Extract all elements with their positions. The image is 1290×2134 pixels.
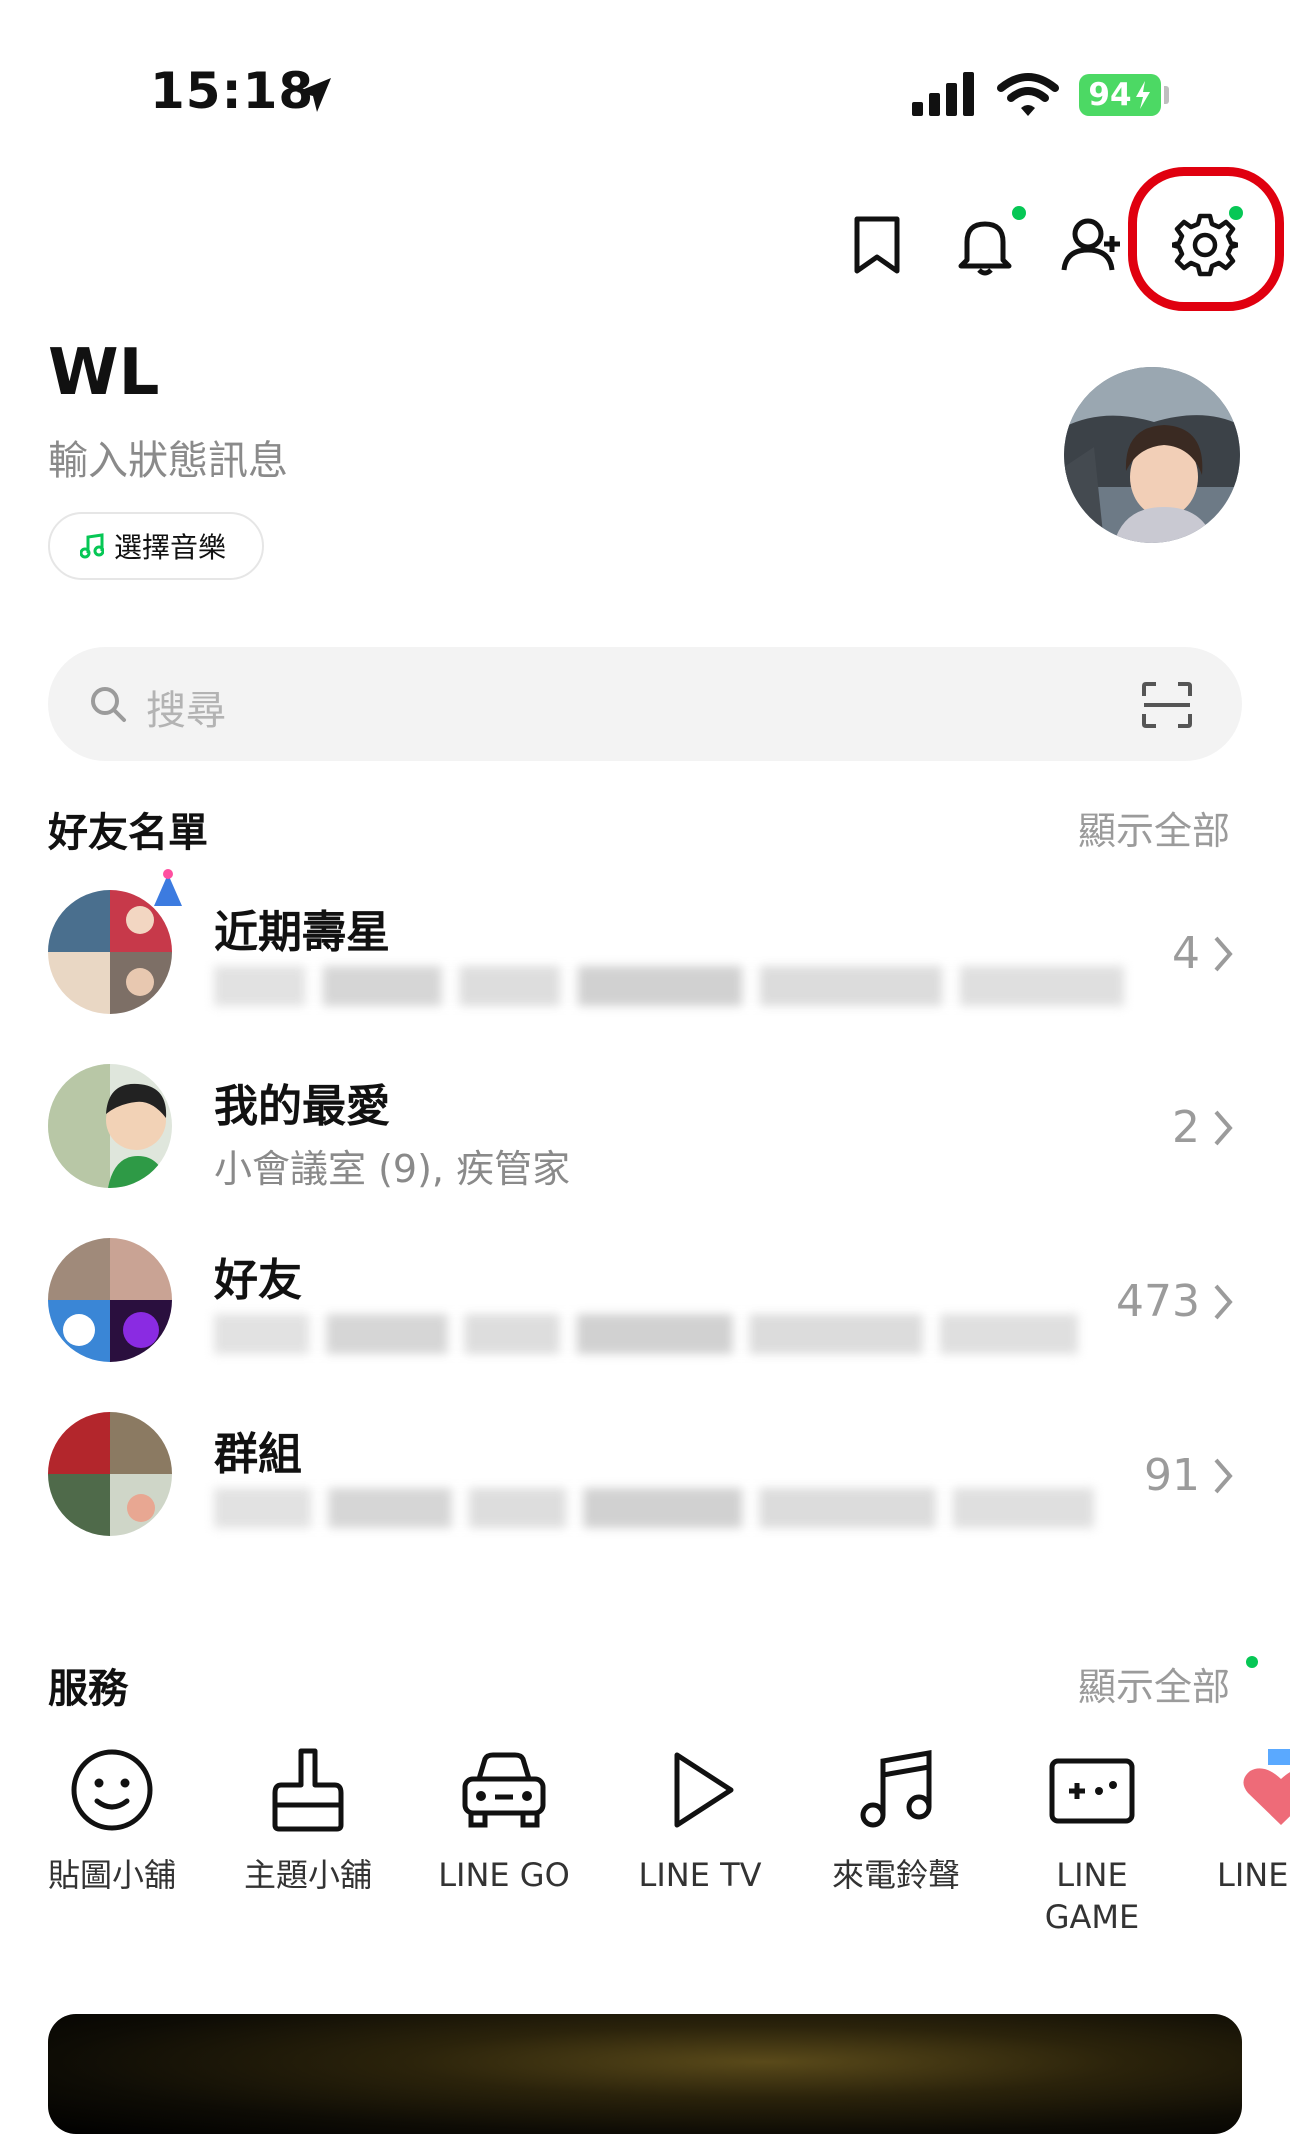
service-label: LINE GAME [1044,1856,1140,1936]
favorites-avatar [48,1064,172,1188]
profile-avatar[interactable] [1064,367,1240,543]
profile-name: WL [48,336,160,410]
list-item-count: 473 [1116,1276,1200,1327]
status-time: 15:18 [150,62,315,120]
service-line-tv[interactable]: LINE TV [615,1740,785,1896]
list-item-title: 我的最愛 [214,1081,390,1132]
search-icon [91,687,126,722]
battery-indicator: 94 [1079,74,1161,116]
select-music-label: 選擇音樂 [114,531,227,564]
service-label: 主題小舖 [243,1856,372,1894]
chevron-right-icon [1214,1458,1233,1494]
list-item-count: 2 [1172,1102,1200,1153]
location-arrow-icon [297,78,331,112]
services-section-title: 服務 [48,1666,128,1712]
services-badge [1246,1656,1258,1668]
heart-icon [1243,1749,1290,1825]
gamepad-icon [1049,1758,1135,1824]
music-note-icon [860,1750,932,1828]
list-item-subtitle: 小會議室 (9), 疾管家 [214,1147,571,1191]
select-music-button[interactable]: 選擇音樂 [48,512,264,580]
friends-avatar [48,1238,172,1362]
add-friend-button[interactable] [1048,200,1138,290]
paint-brush-icon [272,1748,344,1832]
signal-bars-icon [912,72,974,116]
wifi-icon [997,73,1059,116]
car-icon [462,1752,546,1828]
service-stickers[interactable]: 貼圖小舖 [27,1740,197,1896]
bookmark-icon [854,216,900,274]
party-hat-icon [154,869,182,906]
music-note-icon [80,533,104,559]
chevron-right-icon [1214,1284,1233,1320]
notification-badge [1012,206,1026,220]
birthday-group-avatar [48,890,172,1014]
battery-tip [1164,86,1169,104]
battery-level: 94 [1088,77,1132,113]
list-item-count: 91 [1144,1450,1200,1501]
bell-icon [958,221,1012,276]
search-input[interactable]: 搜尋 [146,678,226,736]
service-label: LINE GO [438,1856,570,1894]
list-item-count: 4 [1172,928,1200,979]
search-bar[interactable] [48,647,1242,761]
groups-avatar [48,1412,172,1536]
qr-scan-icon[interactable] [1142,682,1192,728]
promo-banner[interactable] [48,2014,1242,2134]
service-line-more[interactable]: LINE [1203,1740,1290,1940]
service-line-go[interactable]: LINE GO [419,1740,589,1896]
service-label: LINE TV [638,1856,762,1894]
battery-charging-icon [1135,81,1150,109]
play-icon [674,1752,734,1828]
service-themes[interactable]: 主題小舖 [223,1740,393,1896]
friends-section-title: 好友名單 [48,810,208,856]
service-ringtones[interactable]: 來電鈴聲 [811,1740,981,1896]
smiley-icon [71,1749,153,1831]
service-line-game[interactable]: LINE GAME [1007,1740,1177,1938]
service-label: 貼圖小舖 [47,1856,176,1894]
status-message-field[interactable]: 輸入狀態訊息 [48,428,288,486]
add-friend-icon [1061,218,1120,271]
service-label: 來電鈴聲 [831,1856,960,1894]
friends-show-all-link[interactable]: 顯示全部 [1078,800,1230,855]
list-item-title: 好友 [214,1255,302,1306]
bookmark-button[interactable] [832,200,922,290]
blurred-subtitle [214,966,1124,1006]
chevron-right-icon [1214,1110,1233,1146]
highlight-circle [1128,167,1284,311]
blurred-subtitle [214,1314,1078,1354]
service-label: LINE [1217,1856,1289,1894]
services-show-all-link[interactable]: 顯示全部 [1078,1656,1230,1711]
list-item-title: 群組 [214,1429,302,1480]
blurred-subtitle [214,1488,1094,1528]
chevron-right-icon [1214,936,1233,972]
list-item-title: 近期壽星 [214,907,390,958]
